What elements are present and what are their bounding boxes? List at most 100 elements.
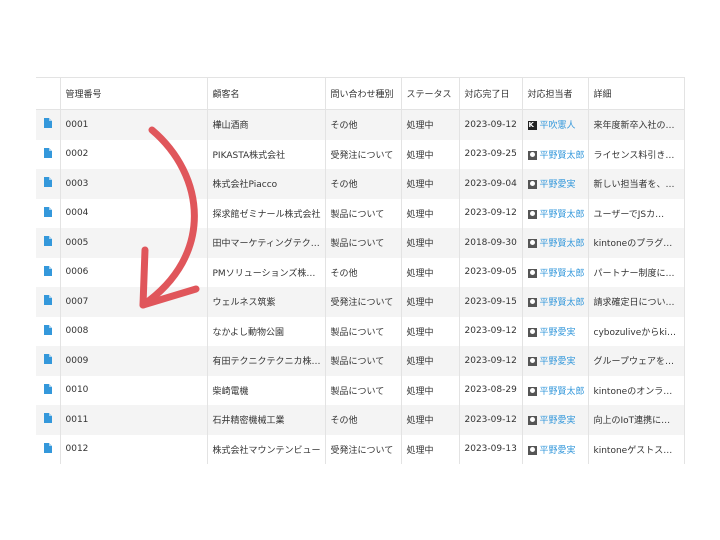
cell-id: 0002 <box>60 139 208 169</box>
assignee-link[interactable]: 平野愛実 <box>540 446 576 456</box>
cell-status: 処理中 <box>401 346 460 376</box>
cell-status: 処理中 <box>401 228 460 258</box>
header-detail[interactable]: 詳細 <box>588 77 685 110</box>
header-inquiry-type[interactable]: 問い合わせ種別 <box>325 77 402 110</box>
document-icon[interactable] <box>43 442 52 456</box>
table-row[interactable]: 0002 PIKASTA株式会社 受発注について 処理中 2023-09-25 平野賢太郎… <box>36 139 685 169</box>
cell-customer: 石井精密機械工業 <box>207 405 326 435</box>
table-row[interactable]: 0004 探求館ゼミナール株式会社 製品について 処理中 2023-09-12 平野賢太郎… <box>36 198 685 228</box>
document-icon[interactable] <box>43 354 52 367</box>
cell-completed-date: 2023-09-12 <box>459 316 523 346</box>
document-icon[interactable] <box>43 413 52 426</box>
cell-status: 処理中 <box>401 257 460 287</box>
assignee-link[interactable]: 平野賢太郎 <box>540 151 585 161</box>
cell-id: 0006 <box>60 257 208 287</box>
table-row[interactable]: 0001樺山酒商その他処理中2023-09-12 平吹憲人 来年度新卒入社の… <box>36 109 685 140</box>
cell-completed-date: 2018-09-30 <box>459 228 523 258</box>
cell-status: 処理中 <box>401 434 460 464</box>
header-id[interactable]: 管理番号 <box>60 77 208 110</box>
cell-customer: PMソリューションズ株… <box>207 257 326 287</box>
row-detail-cell[interactable] <box>36 109 61 140</box>
header-status[interactable]: ステータス <box>401 77 460 110</box>
assignee-link[interactable]: 平野愛実 <box>540 357 576 367</box>
cell-assignee: 平野愛実 <box>522 316 589 346</box>
cell-assignee: 平野賢太郎 <box>522 375 589 405</box>
row-detail-cell[interactable] <box>36 375 61 405</box>
row-detail-cell[interactable] <box>36 346 61 376</box>
document-icon[interactable] <box>43 118 52 131</box>
record-table: 管理番号 顧客名 問い合わせ種別 ステータス 対応完了日 対応担当者 詳細 00… <box>36 77 685 464</box>
table-row[interactable]: 0005 田中マーケティングテク… 製品について 処理中 2018-09-30 平野賢太郎… <box>36 228 685 258</box>
cell-customer: PIKASTA株式会社 <box>207 139 326 169</box>
user-avatar-icon <box>527 357 537 367</box>
table-row[interactable]: 0011 石井精密機械工業 その他 処理中 2023-09-12 平野愛実 向上のIoT連携… <box>36 405 685 435</box>
cell-status: 処理中 <box>401 109 460 140</box>
document-icon[interactable] <box>43 206 52 220</box>
table-row[interactable]: 0007 ウェルネス筑紫 受発注について 処理中 2023-09-15 平野賢太郎 請求確定… <box>36 287 685 317</box>
document-icon[interactable] <box>43 236 52 249</box>
document-icon[interactable] <box>43 295 52 308</box>
row-detail-cell[interactable] <box>36 169 61 199</box>
user-avatar-icon <box>527 209 537 219</box>
document-icon[interactable] <box>43 324 52 338</box>
assignee-link[interactable]: 平野賢太郎 <box>540 269 585 279</box>
header-assignee[interactable]: 対応担当者 <box>522 77 589 110</box>
row-detail-cell[interactable] <box>36 198 61 228</box>
cell-completed-date: 2023-08-29 <box>459 375 523 405</box>
table-row[interactable]: 0003 株式会社Piacco その他 処理中 2023-09-04 平野愛実 新しい担当者… <box>36 169 685 199</box>
cell-status: 処理中 <box>401 169 460 199</box>
cell-id: 0011 <box>60 405 208 435</box>
user-avatar-icon <box>527 416 537 426</box>
table-row[interactable]: 0009 有田テクニクテクニカ株… 製品について 処理中 2023-09-12 平野愛実 グ… <box>36 346 685 376</box>
user-avatar-icon <box>527 239 537 249</box>
header-completed-date[interactable]: 対応完了日 <box>459 77 523 110</box>
assignee-link[interactable]: 平野愛実 <box>540 180 576 190</box>
table-row[interactable]: 0012 株式会社マウンテンビュー 受発注について 処理中 2023-09-13 平野愛実… <box>36 434 685 464</box>
cell-status: 処理中 <box>401 139 460 169</box>
user-avatar-icon <box>527 121 537 131</box>
row-detail-cell[interactable] <box>36 139 61 169</box>
cell-customer: 柴崎電機 <box>207 375 326 405</box>
table-row[interactable]: 0008 なかよし動物公園 製品について 処理中 2023-09-12 平野愛実 cyboz… <box>36 316 685 346</box>
record-list: 管理番号 顧客名 問い合わせ種別 ステータス 対応完了日 対応担当者 詳細 00… <box>36 77 685 464</box>
assignee-link[interactable]: 平野賢太郎 <box>540 298 585 308</box>
header-icon-col <box>36 77 61 110</box>
cell-inquiry-type: 製品について <box>325 346 402 376</box>
user-avatar-icon <box>527 268 537 278</box>
cell-id: 0008 <box>60 316 208 346</box>
cell-assignee: 平野愛実 <box>522 169 589 199</box>
cell-customer: 樺山酒商 <box>207 109 326 140</box>
user-avatar-icon <box>527 445 537 455</box>
cell-customer: 株式会社マウンテンビュー <box>207 434 326 464</box>
row-detail-cell[interactable] <box>36 228 61 258</box>
cell-inquiry-type: 受発注について <box>325 287 402 317</box>
cell-assignee: 平野賢太郎 <box>522 287 589 317</box>
assignee-link[interactable]: 平野賢太郎 <box>540 387 585 397</box>
row-detail-cell[interactable] <box>36 287 61 317</box>
assignee-link[interactable]: 平野賢太郎 <box>540 239 585 249</box>
row-detail-cell[interactable] <box>36 257 61 287</box>
cell-inquiry-type: 製品について <box>325 198 402 228</box>
assignee-link[interactable]: 平野愛実 <box>540 328 576 338</box>
cell-assignee: 平野愛実 <box>522 346 589 376</box>
document-icon[interactable] <box>43 177 52 190</box>
assignee-link[interactable]: 平野愛実 <box>540 416 576 426</box>
header-customer[interactable]: 顧客名 <box>207 77 326 110</box>
document-icon[interactable] <box>43 383 52 397</box>
cell-inquiry-type: 製品について <box>325 228 402 258</box>
cell-completed-date: 2023-09-12 <box>459 109 523 140</box>
cell-id: 0012 <box>60 434 208 464</box>
row-detail-cell[interactable] <box>36 405 61 435</box>
document-icon[interactable] <box>43 147 52 161</box>
cell-inquiry-type: その他 <box>325 169 402 199</box>
assignee-link[interactable]: 平吹憲人 <box>540 121 576 131</box>
document-icon[interactable] <box>43 265 52 279</box>
cell-customer: ウェルネス筑紫 <box>207 287 326 317</box>
row-detail-cell[interactable] <box>36 434 61 464</box>
cell-assignee: 平吹憲人 <box>522 109 589 140</box>
table-row[interactable]: 0006 PMソリューションズ株… その他 処理中 2023-09-05 平野賢太郎 パート… <box>36 257 685 287</box>
row-detail-cell[interactable] <box>36 316 61 346</box>
cell-detail: 向上のIoT連携に… <box>588 405 685 435</box>
table-row[interactable]: 0010 柴崎電機 製品について 処理中 2023-08-29 平野賢太郎 kintoneの… <box>36 375 685 405</box>
assignee-link[interactable]: 平野賢太郎 <box>540 210 585 220</box>
